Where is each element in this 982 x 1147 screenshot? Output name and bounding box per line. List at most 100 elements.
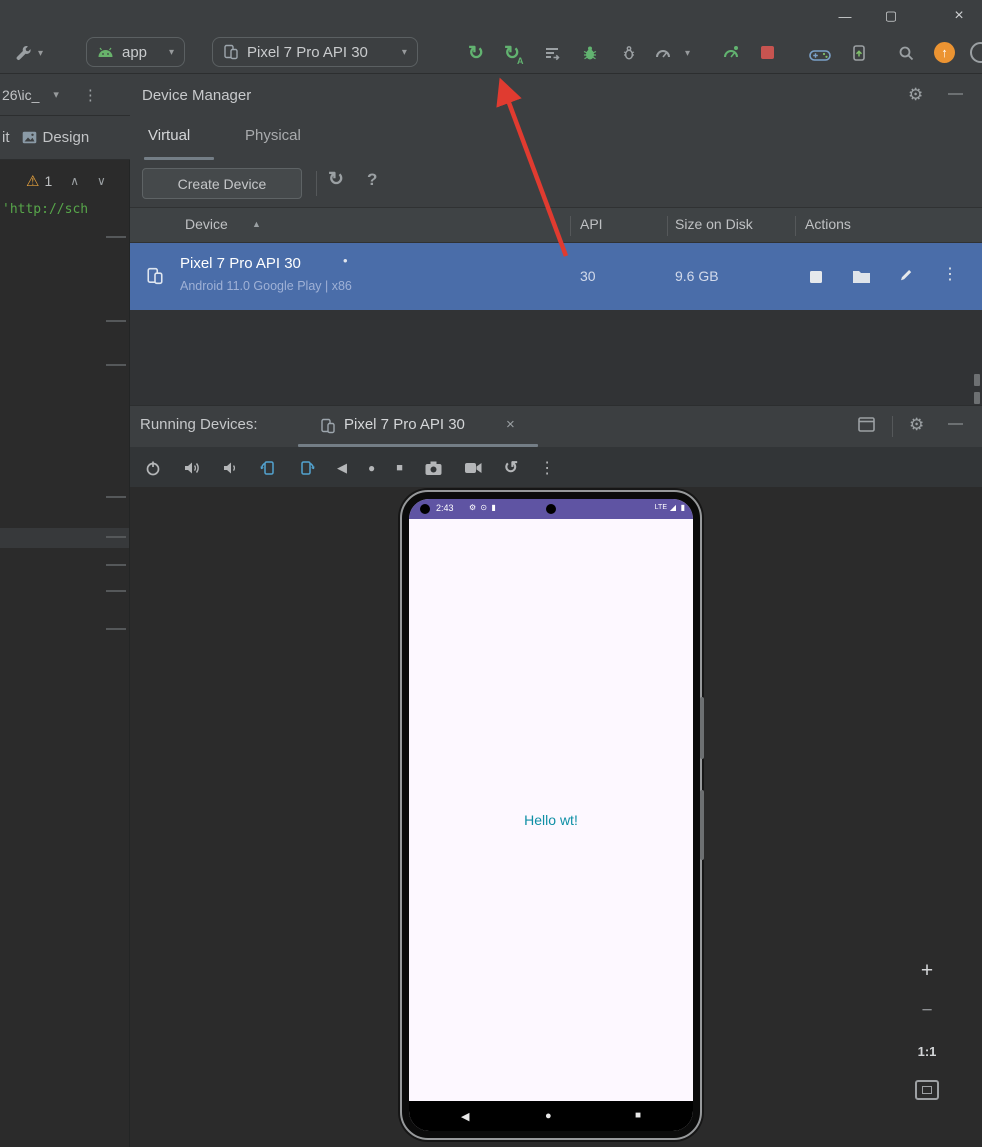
zoom-reset-button[interactable]: 1:1	[911, 1040, 943, 1062]
back-icon[interactable]: ◀	[337, 460, 347, 476]
gamepad-icon[interactable]	[805, 40, 835, 70]
column-separator	[667, 216, 668, 236]
wrench-icon[interactable]	[8, 38, 38, 68]
gear-icon[interactable]: ⚙	[909, 415, 924, 435]
kebab-menu-icon[interactable]: ⋮	[942, 264, 958, 284]
overview-icon[interactable]: ■	[396, 462, 403, 474]
chevron-down-icon[interactable]: ▾	[38, 48, 43, 59]
chevron-down-icon[interactable]: ▾	[685, 48, 690, 59]
inspections-widget: ⚠ 1 ∧ ∨	[0, 164, 130, 198]
hide-panel-icon[interactable]: —	[948, 85, 963, 102]
chevron-down-icon[interactable]: ▾	[53, 88, 59, 101]
emulator-screen[interactable]: 2:43 ⚙ ⊙ ▮ LTE ◢ ▮ Hello wt! ◀ ● ■	[409, 499, 693, 1131]
avatar-icon[interactable]	[970, 42, 982, 63]
kebab-menu-icon[interactable]: ⋮	[539, 458, 555, 478]
volume-up-icon[interactable]	[183, 460, 201, 476]
hide-panel-icon[interactable]: —	[948, 415, 963, 432]
volume-down-icon[interactable]	[222, 460, 238, 476]
gear-icon[interactable]: ⚙	[908, 85, 923, 105]
chevron-down-icon: ▾	[401, 46, 407, 58]
column-device[interactable]: Device	[185, 216, 228, 232]
tool-window-stripe-icon[interactable]	[974, 392, 980, 404]
battery-icon: ▮	[680, 503, 685, 512]
phone-punch-hole-camera	[546, 504, 556, 514]
rotate-right-icon[interactable]	[298, 459, 316, 477]
running-devices-label: Running Devices:	[140, 416, 258, 433]
window-mode-icon[interactable]	[858, 417, 875, 432]
device-running-dot: •	[343, 253, 348, 268]
create-device-label: Create Device	[177, 175, 267, 192]
stop-button-icon[interactable]	[761, 46, 774, 59]
column-actions[interactable]: Actions	[805, 216, 851, 232]
close-tab-icon[interactable]: ×	[506, 416, 515, 433]
panel-title: Device Manager	[142, 87, 252, 104]
apply-changes-icon[interactable]: ↻	[461, 38, 491, 68]
nav-overview-icon[interactable]: ■	[635, 1110, 641, 1121]
attach-debugger-icon[interactable]	[614, 38, 644, 68]
tab-design[interactable]: Design	[43, 129, 90, 146]
run-configuration-select[interactable]: app ▾	[86, 37, 186, 67]
phone-nav-bar: ◀ ● ■	[409, 1101, 693, 1131]
editor-mode-tabs: it Design	[0, 116, 130, 160]
screenshot-camera-icon[interactable]	[424, 460, 443, 476]
kebab-menu-icon[interactable]: ⋮	[83, 86, 98, 104]
next-warning-icon[interactable]: ∨	[97, 174, 106, 188]
design-tab-icon	[22, 131, 37, 144]
breadcrumb[interactable]: 26\ic_	[2, 87, 39, 103]
editor-fold-mark	[106, 628, 126, 630]
tab-virtual[interactable]: Virtual	[148, 127, 190, 144]
tool-window-stripe-icon[interactable]	[974, 374, 980, 386]
help-icon[interactable]: ?	[367, 170, 377, 190]
edit-pencil-icon[interactable]	[898, 267, 914, 283]
profiler-icon[interactable]	[537, 38, 567, 68]
tab-physical[interactable]: Physical	[245, 127, 301, 144]
target-device-label: Pixel 7 Pro API 30	[247, 43, 368, 61]
folder-icon[interactable]	[852, 269, 871, 284]
snapshot-restore-icon[interactable]: ↺	[504, 458, 518, 478]
window-maximize-button[interactable]: ▢	[868, 0, 914, 32]
code-line[interactable]: 'http://sch	[0, 198, 130, 220]
create-device-button[interactable]: Create Device	[142, 168, 302, 199]
profiler-gauge-icon[interactable]	[648, 38, 678, 68]
search-icon[interactable]	[891, 38, 921, 68]
column-size[interactable]: Size on Disk	[675, 216, 753, 232]
refresh-icon[interactable]: ↻	[328, 168, 344, 191]
run-configuration-label: app	[122, 43, 148, 61]
android-studio-window: — ▢ × ▾ app ▾ Pixel 7 Pro API 30 ▾ ↻ ↻ A	[0, 0, 982, 1147]
debug-bug-icon[interactable]	[575, 38, 605, 68]
mirror-device-icon[interactable]	[844, 38, 874, 68]
zoom-in-button[interactable]: +	[914, 958, 940, 984]
device-size-on-disk: 9.6 GB	[675, 268, 719, 284]
rotate-left-icon[interactable]	[259, 459, 277, 477]
screen-record-icon[interactable]	[464, 461, 483, 475]
window-close-button[interactable]: ×	[936, 0, 982, 32]
header-separator	[892, 416, 893, 437]
phone-power-button	[700, 790, 704, 860]
power-icon[interactable]	[144, 459, 162, 477]
window-minimize-button[interactable]: —	[822, 0, 868, 32]
nav-back-icon[interactable]: ◀	[461, 1110, 469, 1123]
stop-device-icon[interactable]	[810, 271, 822, 283]
previous-warning-icon[interactable]: ∧	[70, 174, 79, 188]
sort-ascending-icon[interactable]: ▲	[252, 219, 261, 229]
target-device-select[interactable]: Pixel 7 Pro API 30 ▾	[212, 37, 418, 67]
device-row-selected[interactable]: Pixel 7 Pro API 30 • Android 11.0 Google…	[130, 243, 982, 310]
editor-current-line-highlight	[0, 528, 129, 548]
running-device-tab[interactable]: Pixel 7 Pro API 30	[344, 416, 465, 433]
warning-icon[interactable]: ⚠	[26, 172, 39, 190]
zoom-fit-icon[interactable]	[915, 1080, 939, 1100]
column-api[interactable]: API	[580, 216, 603, 232]
editor-fold-mark	[106, 320, 126, 322]
apply-code-changes-badge: A	[517, 56, 524, 66]
running-devices-header: Running Devices: Pixel 7 Pro API 30 × ⚙ …	[130, 406, 982, 447]
android-logo-icon	[97, 47, 114, 58]
status-notification-icons: ⚙ ⊙ ▮	[469, 503, 497, 512]
nav-home-icon[interactable]: ●	[545, 1110, 552, 1122]
zoom-out-button[interactable]: −	[914, 998, 940, 1024]
home-icon[interactable]: ●	[368, 461, 375, 475]
profile-debuggable-icon[interactable]	[716, 38, 746, 68]
device-subtitle: Android 11.0 Google Play | x86	[180, 279, 352, 293]
tab-split-partial[interactable]: it	[2, 129, 10, 146]
update-available-icon[interactable]: ↑	[934, 42, 955, 63]
titlebar: — ▢ ×	[0, 0, 982, 32]
